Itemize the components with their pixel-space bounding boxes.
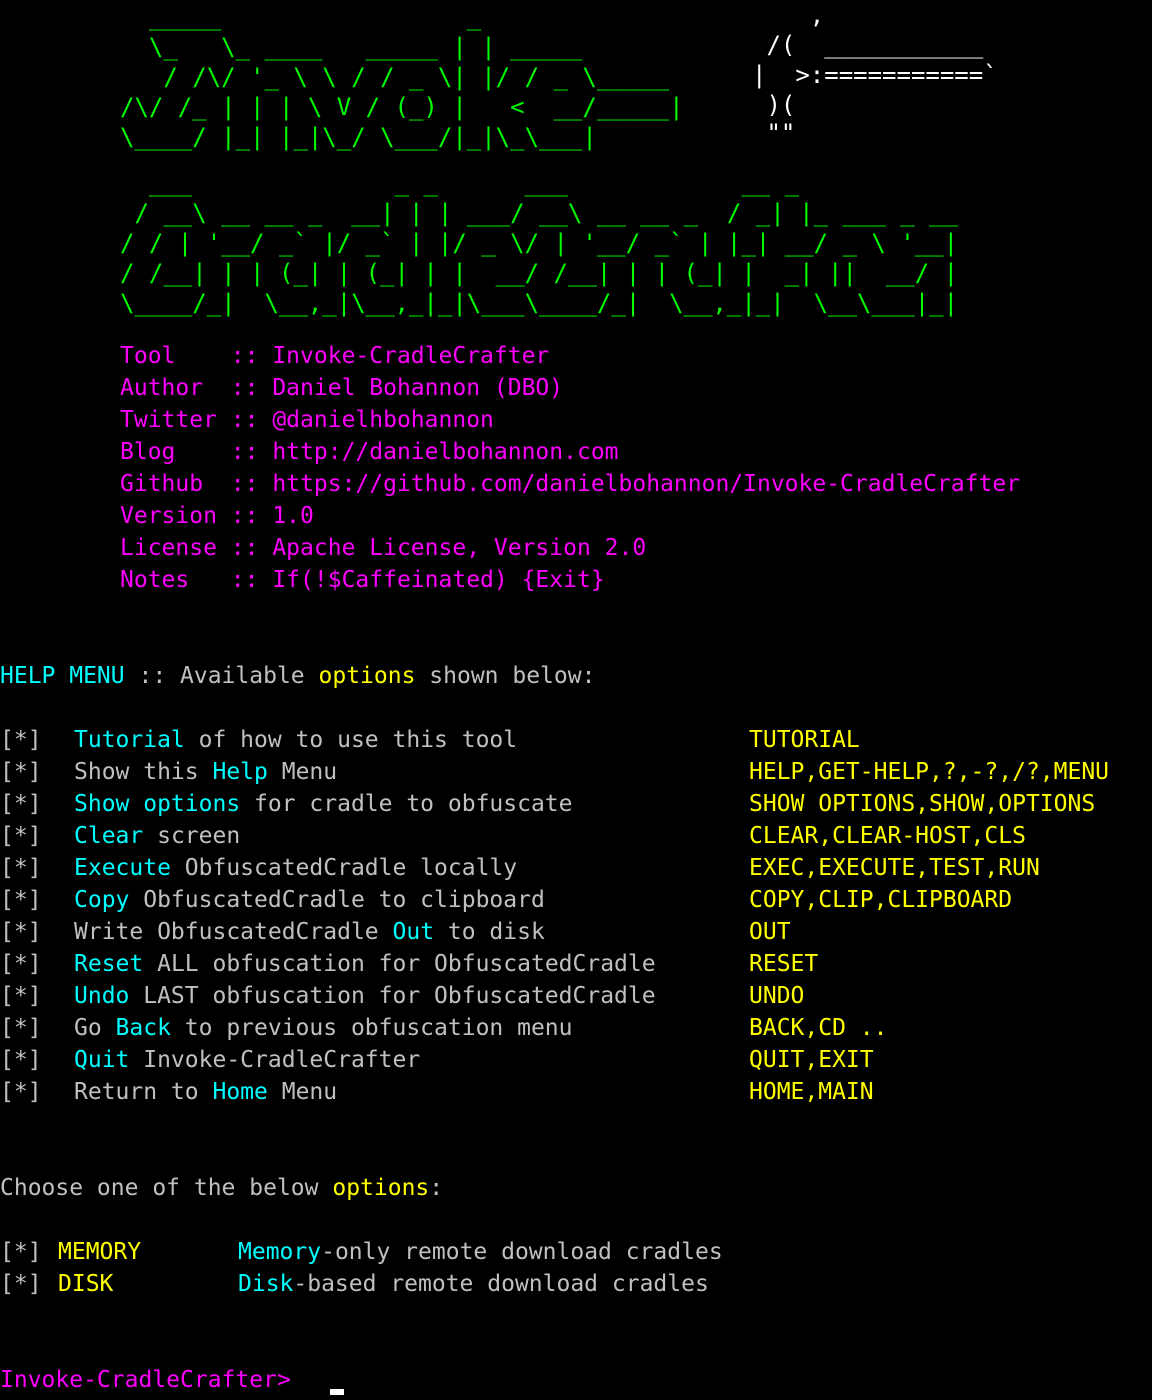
command-input[interactable] bbox=[326, 1364, 1126, 1396]
info-sep: :: bbox=[230, 439, 273, 465]
logo-line: ___ _ _ ___ __ _ bbox=[120, 169, 800, 197]
info-row-author: Author :: Daniel Bohannon (DBO) bbox=[120, 372, 563, 404]
info-value: https://github.com/danielbohannon/Invoke… bbox=[272, 471, 1021, 497]
info-row-license: License :: Apache License, Version 2.0 bbox=[120, 532, 646, 564]
menu-command: HELP,GET-HELP,?,-?,/?,MENU bbox=[749, 759, 1110, 785]
option-name: DISK bbox=[58, 1271, 114, 1297]
info-key: Notes bbox=[120, 567, 231, 593]
info-row-version: Version :: 1.0 bbox=[120, 500, 314, 532]
art-line: )( bbox=[752, 91, 796, 119]
info-sep: :: bbox=[230, 471, 273, 497]
info-key: Author bbox=[120, 375, 231, 401]
info-key: Blog bbox=[120, 439, 231, 465]
info-row-github: Github :: https://github.com/danielbohan… bbox=[120, 468, 1020, 500]
info-key: Tool bbox=[120, 343, 231, 369]
menu-command: QUIT,EXIT bbox=[749, 1047, 874, 1073]
info-value: Daniel Bohannon (DBO) bbox=[272, 375, 564, 401]
art-line: "" bbox=[752, 119, 796, 147]
info-key: Version bbox=[120, 503, 231, 529]
info-sep: :: bbox=[230, 375, 273, 401]
info-key: License bbox=[120, 535, 231, 561]
logo-line: \_ \_ ____ _____ | | _____ bbox=[120, 33, 583, 61]
info-sep: :: bbox=[230, 343, 273, 369]
menu-command: RESET bbox=[749, 951, 819, 977]
logo-line: /\/ /_ | | | \ V / (_) | < __/_____| bbox=[120, 93, 684, 121]
art-line: , bbox=[752, 1, 825, 29]
info-value: Invoke-CradleCrafter bbox=[272, 343, 550, 369]
help-menu-header: HELP MENU :: Available options shown bel… bbox=[0, 663, 596, 689]
menu-command: EXEC,EXECUTE,TEST,RUN bbox=[749, 855, 1040, 881]
logo-line: / __\ __ __ _ __| | | ___/ __\ __ __ _ /… bbox=[120, 199, 959, 227]
prompt-label: Invoke-CradleCrafter> bbox=[0, 1367, 291, 1393]
info-row-tool: Tool :: Invoke-CradleCrafter bbox=[120, 340, 549, 372]
logo-line: / / | '__/ _` |/ _` | |/ _ \/ | '__/ _` … bbox=[120, 229, 959, 257]
text-cursor bbox=[330, 1389, 344, 1395]
menu-command: HOME,MAIN bbox=[749, 1079, 874, 1105]
logo-line: / /__| | | (_| | (_| | | __/ /__| | | (_… bbox=[120, 259, 959, 287]
choose-options-header: Choose one of the below options: bbox=[0, 1175, 444, 1201]
art-line: | >:===========` bbox=[752, 61, 998, 89]
command-prompt: Invoke-CradleCrafter> bbox=[0, 1364, 291, 1396]
info-row-blog: Blog :: http://danielbohannon.com bbox=[120, 436, 619, 468]
terminal-window: _____ _ \_ \_ ____ _____ | | _____ / /\/… bbox=[0, 0, 1152, 1400]
info-row-twitter: Twitter :: @danielhbohannon bbox=[120, 404, 494, 436]
art-line: /( ___________ bbox=[752, 31, 984, 59]
logo-line: _____ _ bbox=[120, 3, 482, 31]
menu-command: UNDO bbox=[749, 983, 805, 1009]
info-value: @danielhbohannon bbox=[272, 407, 494, 433]
menu-command: COPY,CLIP,CLIPBOARD bbox=[749, 887, 1013, 913]
menu-command: OUT bbox=[749, 919, 791, 945]
info-row-notes: Notes :: If(!$Caffeinated) {Exit} bbox=[120, 564, 605, 596]
info-key: Twitter bbox=[120, 407, 231, 433]
info-sep: :: bbox=[230, 535, 273, 561]
menu-command: SHOW OPTIONS,SHOW,OPTIONS bbox=[749, 791, 1096, 817]
info-value: http://danielbohannon.com bbox=[272, 439, 619, 465]
option-name: MEMORY bbox=[58, 1239, 142, 1265]
logo-line: / /\/ '_ \ \ / / _ \| |/ / _ \_____ bbox=[120, 63, 670, 91]
info-value: 1.0 bbox=[272, 503, 314, 529]
menu-command: TUTORIAL bbox=[749, 727, 860, 753]
menu-command: CLEAR,CLEAR-HOST,CLS bbox=[749, 823, 1026, 849]
help-menu-title: HELP MENU bbox=[0, 663, 125, 689]
info-sep: :: bbox=[230, 407, 273, 433]
logo-line: \____/ |_| |_|\_/ \___/|_|\_\___| bbox=[120, 123, 597, 151]
info-sep: :: bbox=[230, 503, 273, 529]
menu-command: BACK,CD .. bbox=[749, 1015, 888, 1041]
info-value: Apache License, Version 2.0 bbox=[272, 535, 647, 561]
info-sep: :: bbox=[230, 567, 273, 593]
info-key: Github bbox=[120, 471, 231, 497]
info-value: If(!$Caffeinated) {Exit} bbox=[272, 567, 605, 593]
logo-line: \____/_| \__,_|\__,_|_|\___\____/_| \__,… bbox=[120, 289, 959, 317]
